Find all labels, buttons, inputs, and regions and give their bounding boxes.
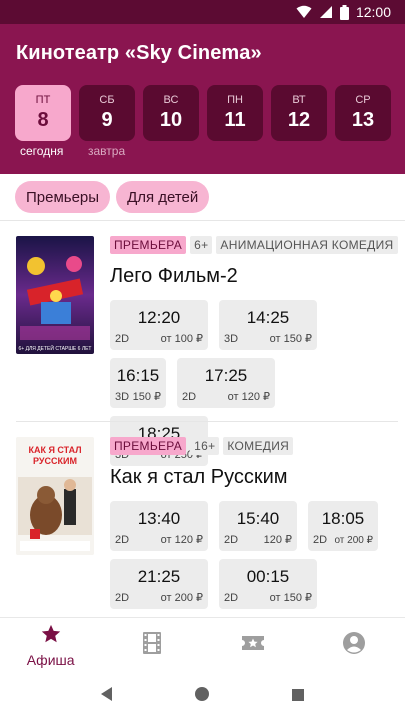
session-slot[interactable]: 18:05 2D от 200 ₽ (308, 501, 378, 551)
session-price: от 150 ₽ (269, 333, 312, 345)
day-of-week: СР (355, 94, 371, 106)
film-icon (142, 632, 161, 659)
day-button[interactable]: ВТ 12 (271, 85, 327, 141)
recents-icon[interactable] (291, 688, 304, 706)
wifi-icon (296, 5, 312, 19)
battery-icon (339, 4, 349, 20)
session-price: от 100 ₽ (160, 333, 203, 345)
home-icon[interactable] (195, 687, 210, 706)
session-format: 3D (115, 391, 130, 403)
session-price: от 200 ₽ (160, 592, 203, 604)
session-price: от 120 ₽ (160, 534, 203, 546)
session-format: 3D (224, 333, 239, 345)
premiere-badge: ПРЕМЬЕРА (110, 236, 187, 254)
today-label: сегодня (20, 144, 64, 158)
session-list: 13:40 2D от 120 ₽ 15:40 2D 120 ₽ 18:05 2… (110, 501, 380, 609)
session-price: 120 ₽ (263, 534, 292, 546)
session-format: 2D (115, 592, 130, 604)
session-price: от 150 ₽ (269, 592, 312, 604)
day-of-week: ПТ (35, 94, 51, 106)
nav-item-afisha[interactable]: Афиша (0, 618, 101, 673)
age-badge: 6+ (190, 236, 213, 254)
day-number: 8 (37, 109, 49, 131)
back-icon[interactable] (101, 687, 113, 706)
filter-chip-kids[interactable]: Для детей (116, 181, 210, 213)
session-format: 2D (115, 534, 130, 546)
page-title: Кинотеатр «Sky Cinema» (16, 42, 262, 64)
genre-badge: АНИМАЦИОННАЯ КОМЕДИЯ (216, 236, 398, 254)
session-time: 00:15 (246, 567, 290, 586)
movie-title[interactable]: Лего Фильм-2 (110, 265, 238, 288)
header: Кинотеатр «Sky Cinema» ПТ 8 СБ 9 ВС 10 П… (0, 24, 405, 174)
date-selector: ПТ 8 СБ 9 ВС 10 ПН 11 ВТ 12 СР 13 (15, 85, 391, 141)
filter-chip-premieres[interactable]: Премьеры (15, 181, 111, 213)
day-of-week: СБ (99, 94, 115, 106)
session-time: 15:40 (236, 509, 280, 528)
nav-label: Афиша (26, 652, 75, 668)
session-slot[interactable]: 00:15 2D от 150 ₽ (219, 559, 317, 609)
day-button[interactable]: СБ 9 (79, 85, 135, 141)
session-time: 14:25 (246, 308, 290, 327)
day-of-week: ПН (227, 94, 243, 106)
session-format: 2D (224, 534, 239, 546)
day-button[interactable]: ПТ 8 (15, 85, 71, 141)
movie-title[interactable]: Как я стал Русским (110, 466, 288, 489)
day-of-week: ВТ (292, 94, 306, 106)
session-slot[interactable]: 13:40 2D от 120 ₽ (110, 501, 208, 551)
session-time: 17:25 (204, 366, 248, 385)
account-icon (342, 631, 366, 660)
filter-bar: Премьеры Для детей (0, 174, 405, 221)
premiere-badge: ПРЕМЬЕРА (110, 437, 187, 455)
clock: 12:00 (355, 4, 391, 20)
session-format: 2D (313, 534, 328, 546)
session-time: 13:40 (137, 509, 181, 528)
nav-item-profile[interactable] (304, 618, 405, 673)
star-icon (40, 623, 62, 650)
genre-badge: КОМЕДИЯ (223, 437, 294, 455)
day-number: 12 (287, 109, 311, 131)
system-navigation-bar (0, 673, 405, 720)
session-price: от 200 ₽ (334, 535, 373, 546)
divider (16, 421, 398, 422)
status-bar: 12:00 (0, 0, 405, 24)
nav-item-tickets[interactable] (203, 618, 304, 673)
day-number: 10 (159, 109, 183, 131)
session-price: 150 ₽ (132, 391, 161, 403)
session-slot[interactable]: 21:25 2D от 200 ₽ (110, 559, 208, 609)
day-of-week: ВС (163, 94, 179, 106)
session-format: 2D (182, 391, 197, 403)
session-slot[interactable]: 12:20 2D от 100 ₽ (110, 300, 208, 350)
session-format: 2D (224, 592, 239, 604)
session-slot[interactable]: 16:15 3D 150 ₽ (110, 358, 166, 408)
tomorrow-label: завтра (88, 144, 126, 158)
day-button[interactable]: СР 13 (335, 85, 391, 141)
movie-poster[interactable]: 6+ ДЛЯ ДЕТЕЙ СТАРШЕ 6 ЛЕТ (16, 236, 94, 354)
day-button[interactable]: ВС 10 (143, 85, 199, 141)
ticket-icon (241, 633, 265, 658)
session-price: от 120 ₽ (227, 391, 270, 403)
session-time: 12:20 (137, 308, 181, 327)
session-slot[interactable]: 17:25 2D от 120 ₽ (177, 358, 275, 408)
session-time: 21:25 (137, 567, 181, 586)
session-time: 16:15 (116, 366, 160, 385)
day-button[interactable]: ПН 11 (207, 85, 263, 141)
poster-caption: КАК Я СТАЛ РУССКИМ (28, 445, 82, 466)
day-number: 11 (224, 109, 246, 131)
nav-item-films[interactable] (101, 618, 202, 673)
movie-badges: ПРЕМЬЕРА 6+ АНИМАЦИОННАЯ КОМЕДИЯ (110, 236, 398, 254)
session-slot[interactable]: 15:40 2D 120 ₽ (219, 501, 297, 551)
movie-poster[interactable]: КАК Я СТАЛ РУССКИМ (16, 437, 94, 555)
age-badge: 16+ (190, 437, 220, 455)
session-time: 18:05 (321, 509, 365, 528)
session-slot[interactable]: 14:25 3D от 150 ₽ (219, 300, 317, 350)
movie-badges: ПРЕМЬЕРА 16+ КОМЕДИЯ (110, 437, 294, 455)
day-number: 13 (351, 109, 375, 131)
poster-caption: 6+ ДЛЯ ДЕТЕЙ СТАРШЕ 6 ЛЕТ (18, 346, 92, 352)
bottom-navigation: Афиша (0, 617, 405, 673)
signal-icon (319, 5, 333, 19)
day-number: 9 (101, 109, 113, 131)
session-format: 2D (115, 333, 130, 345)
